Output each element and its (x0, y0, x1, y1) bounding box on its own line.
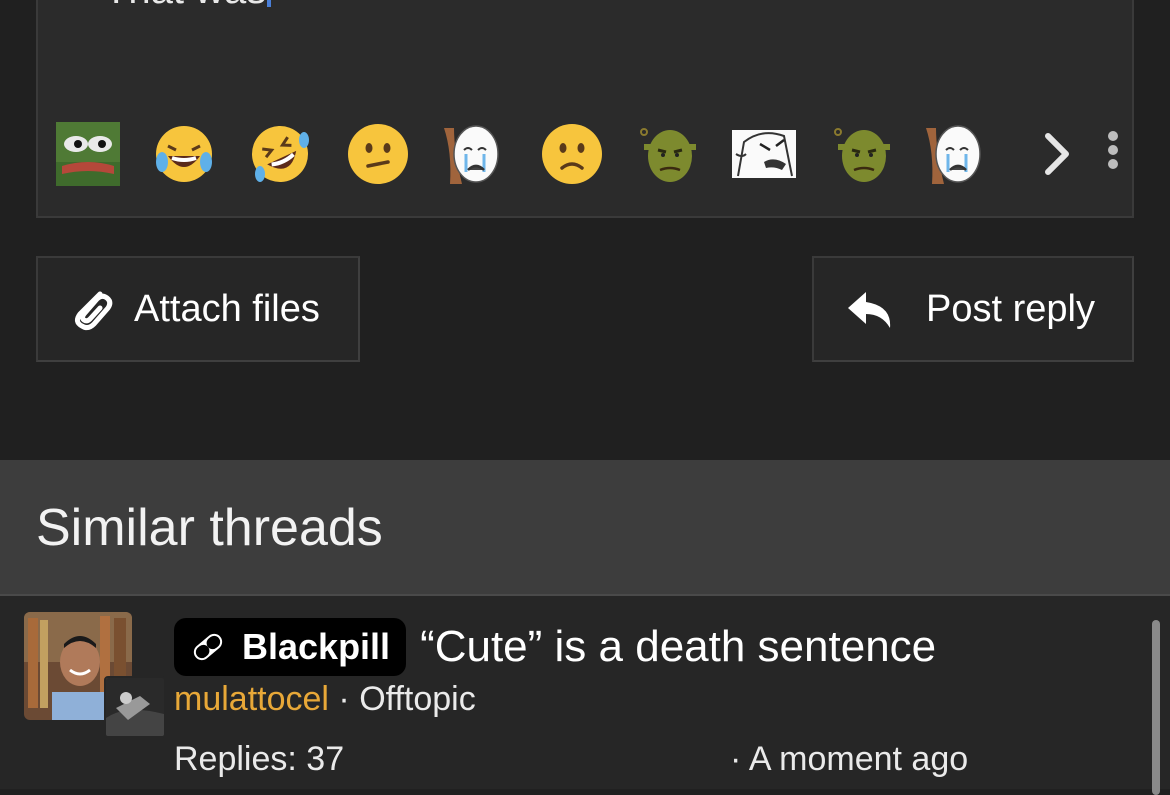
thread-author[interactable]: mulattocel (174, 680, 329, 718)
thread-title-line[interactable]: Blackpill “Cute” is a death sentence (174, 618, 936, 676)
pill-icon (193, 633, 223, 661)
smilie-bar (54, 120, 1134, 190)
similar-threads-list: Blackpill “Cute” is a death sentence mul… (0, 594, 1170, 789)
similar-threads-header: Similar threads (0, 460, 1170, 594)
reply-arrow-icon (846, 286, 898, 332)
joy-emoji-icon[interactable] (150, 120, 218, 188)
rage-meme-icon[interactable] (730, 120, 798, 188)
thread-prefix-badge[interactable]: Blackpill (174, 618, 407, 676)
rofl-emoji-icon[interactable] (246, 120, 314, 188)
attach-files-label: Attach files (134, 287, 320, 330)
message-editor[interactable]: That was (36, 0, 1134, 218)
similar-threads-title: Similar threads (36, 499, 383, 557)
attach-files-button[interactable]: Attach files (36, 256, 360, 362)
thread-forum[interactable]: · Offtopic (338, 680, 475, 718)
scrollbar[interactable] (1152, 620, 1160, 795)
thread-title[interactable]: “Cute” is a death sentence (420, 622, 936, 672)
thread-meta: mulattocel · Offtopic (174, 680, 476, 719)
small-avatar[interactable] (104, 676, 166, 738)
editor-text-content[interactable]: That was (104, 0, 272, 13)
confused-emoji-icon[interactable] (344, 120, 412, 188)
editor-text: That was (104, 0, 266, 12)
shrek-icon[interactable] (828, 120, 896, 188)
crying-meme-icon[interactable] (920, 120, 988, 188)
thread-time: · A moment ago (730, 740, 969, 778)
post-reply-button[interactable]: Post reply (812, 256, 1134, 362)
post-reply-label: Post reply (926, 287, 1095, 330)
paperclip-icon (70, 286, 116, 332)
chevron-right-icon[interactable] (1038, 126, 1078, 182)
frowning-emoji-icon[interactable] (538, 120, 606, 188)
thread-prefix-label: Blackpill (242, 626, 391, 667)
pepe-smilie-icon[interactable] (54, 120, 122, 188)
vertical-dots-icon[interactable] (1098, 126, 1128, 182)
thread-replies: Replies: 37 (174, 740, 345, 778)
text-caret (267, 0, 272, 7)
crying-meme-icon[interactable] (438, 120, 506, 188)
shrek-icon[interactable] (634, 120, 702, 188)
